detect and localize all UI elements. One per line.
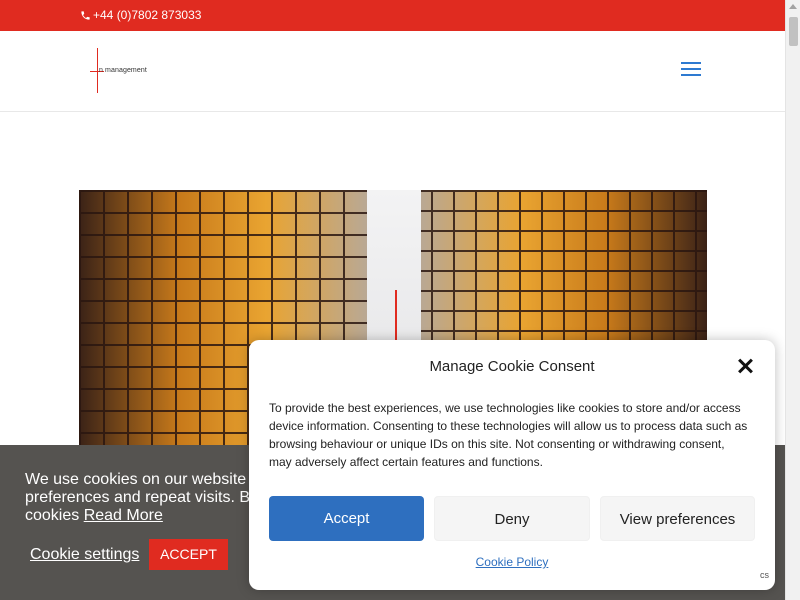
close-icon[interactable] [737, 358, 753, 374]
scrollbar-thumb[interactable] [789, 17, 798, 46]
menu-hamburger-icon[interactable] [681, 62, 701, 77]
logo-text: n management [99, 67, 147, 74]
site-header: n management [0, 31, 785, 112]
top-bar: +44 (0)7802 873033 [0, 0, 785, 31]
cookie-message-line: We use cookies on our website to [25, 471, 255, 488]
deny-button[interactable]: Deny [434, 496, 590, 541]
view-preferences-button[interactable]: View preferences [600, 496, 755, 541]
cookie-message-line: preferences and repeat visits. By [25, 489, 255, 506]
cookie-notice-message: We use cookies on our website to prefere… [25, 471, 255, 525]
accept-button[interactable]: Accept [269, 496, 424, 541]
modal-title: Manage Cookie Consent [429, 358, 595, 375]
cookie-policy-link[interactable]: Cookie Policy [249, 555, 775, 569]
scroll-up-arrow-icon[interactable] [789, 4, 797, 9]
recaptcha-badge-text: cs [760, 570, 769, 580]
phone-contact[interactable]: +44 (0)7802 873033 [80, 8, 201, 22]
phone-icon [81, 10, 90, 20]
site-logo[interactable]: n management [90, 48, 155, 93]
page-scrollbar[interactable] [785, 0, 800, 600]
cookie-accept-button[interactable]: ACCEPT [149, 539, 228, 570]
cookie-settings-link[interactable]: Cookie settings [30, 546, 139, 564]
modal-body-text: To provide the best experiences, we use … [269, 401, 748, 469]
cookie-consent-modal: Manage Cookie Consent To provide the bes… [249, 340, 775, 590]
cookie-message-line: cookies [25, 507, 80, 524]
read-more-link[interactable]: Read More [84, 507, 163, 524]
phone-number: +44 (0)7802 873033 [93, 8, 202, 22]
